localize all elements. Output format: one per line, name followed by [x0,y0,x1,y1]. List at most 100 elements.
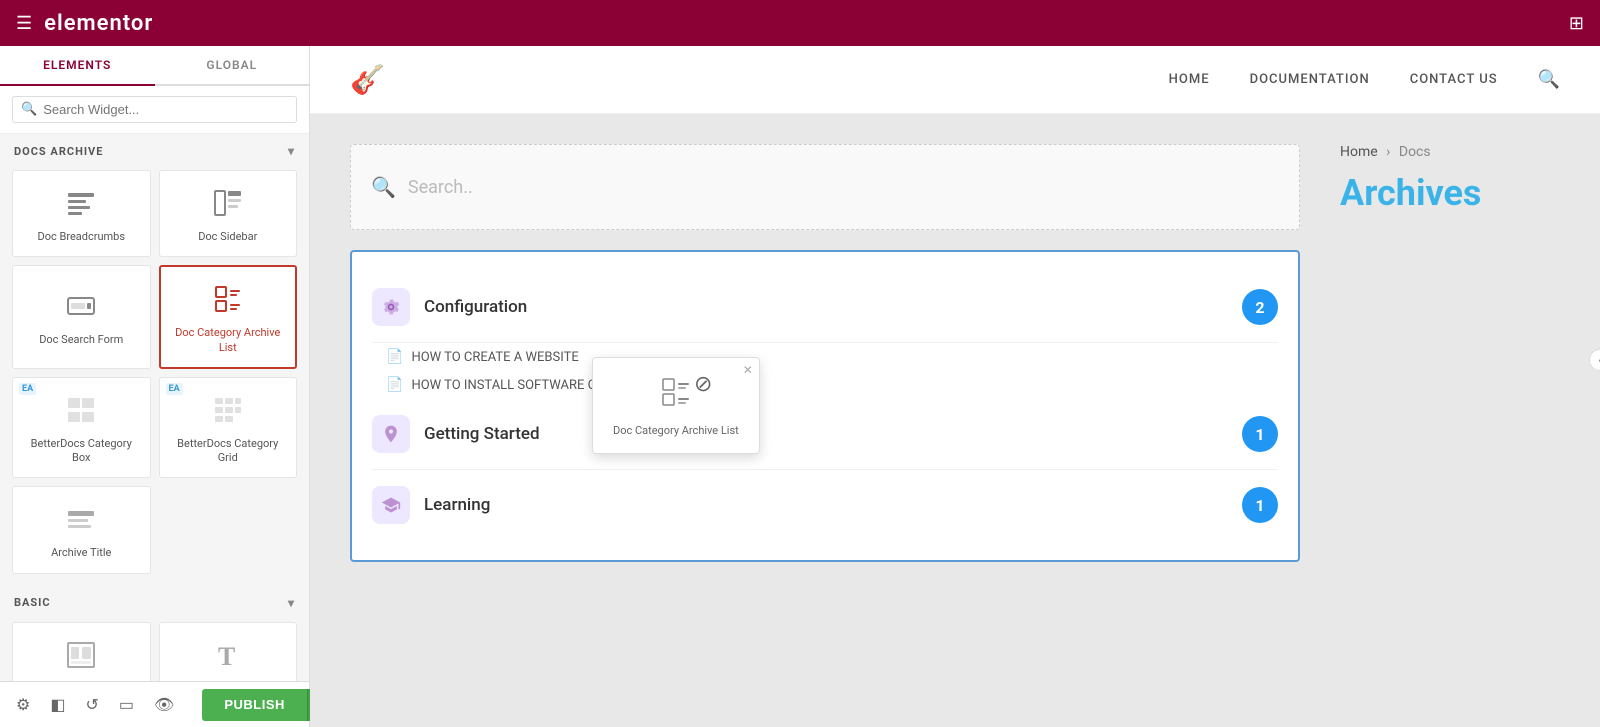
nav-documentation[interactable]: DOCUMENTATION [1250,72,1370,87]
doc-icon: 📄 [386,377,403,393]
widget-doc-search-form[interactable]: ✕ Doc Search Form [12,265,151,369]
svg-text:T: T [218,642,235,671]
archive-list-section: Configuration 2 📄 HOW TO CREATE A WEBSIT… [350,250,1300,562]
content-sidebar: Home › Docs Archives [1340,144,1560,697]
category-configuration[interactable]: Configuration 2 [372,272,1278,343]
history-icon[interactable]: ↺ [81,691,102,718]
breadcrumb-home[interactable]: Home [1340,144,1378,160]
widget-betterdocs-category-box[interactable]: EA BetterDocs Category Box [12,377,151,479]
archive-list-icon [212,283,244,320]
app-logo: elementor [44,11,1569,36]
widget-archive-title-label: Archive Title [51,546,111,560]
sub-item-1[interactable]: 📄 HOW TO INSTALL SOFTWARE ON YOUR PC [372,371,1278,399]
section-docs-archive-label: DOCS ARCHIVE [14,145,103,158]
widget-doc-breadcrumbs[interactable]: ✕ Doc Breadcrumbs [12,170,151,257]
search-box-section: 🔍 Search.. [350,144,1300,230]
category-name-learning: Learning [424,495,1242,515]
category-count-configuration: 2 [1242,289,1278,325]
archives-title: Archives [1340,172,1560,214]
eye-icon[interactable]: 👁 [150,691,178,718]
widget-doc-sidebar[interactable]: ✕ Doc Sidebar [159,170,298,257]
sidebar-tabs: ELEMENTS GLOBAL [0,46,309,86]
widgets-panel: DOCS ARCHIVE ▾ ✕ Doc Breadcrumbs [0,134,309,681]
archive-list-inner: Configuration 2 📄 HOW TO CREATE A WEBSIT… [352,252,1298,560]
search-input[interactable] [43,102,288,117]
category-name-configuration: Configuration [424,297,1242,317]
ea-badge: EA [166,383,183,395]
top-bar: ☰ elementor ⊞ [0,0,1600,46]
search-area-icon: 🔍 [371,175,396,199]
chevron-down-icon: ▾ [288,144,295,158]
settings-icon[interactable]: ⚙ [12,691,34,718]
sidebar: ELEMENTS GLOBAL 🔍 DOCS ARCHIVE ▾ ✕ [0,46,310,727]
widget-betterdocs-category-grid[interactable]: EA BetterDocs Category [159,377,298,479]
site-nav: 🎸 HOME DOCUMENTATION CONTACT US 🔍 [310,46,1600,114]
site-logo: 🎸 [350,63,385,96]
category-name-getting-started: Getting Started [424,424,1242,444]
basic-widgets: Inner Section T Heading [0,618,309,681]
hamburger-icon[interactable]: ☰ [16,13,32,34]
widget-doc-sidebar-label: Doc Sidebar [198,230,257,244]
section-docs-archive[interactable]: DOCS ARCHIVE ▾ [0,134,309,166]
sub-item-0[interactable]: 📄 HOW TO CREATE A WEBSITE [372,343,1278,371]
widget-archive-title[interactable]: Archive Title [12,486,151,573]
widget-doc-search-form-label: Doc Search Form [39,333,123,347]
no-entry-icon: ⊘ [694,372,712,397]
breadcrumbs-icon [65,187,97,224]
responsive-icon[interactable]: ▭ [115,691,138,718]
logo-icon: 🎸 [350,63,385,96]
main-layout: ELEMENTS GLOBAL 🔍 DOCS ARCHIVE ▾ ✕ [0,46,1600,727]
chevron-down-icon: ▾ [288,596,295,610]
search-area-placeholder: Search.. [408,177,473,198]
archive-title-icon [65,503,97,540]
category-icon-configuration [372,288,410,326]
content-scroll: 🔍 Search.. [310,114,1600,727]
widget-doc-category-archive-list[interactable]: ✕ Doc Category Archive List [159,265,298,369]
widget-betterdocs-category-grid-label: BetterDocs Category Grid [168,437,289,466]
docs-archive-widgets: ✕ Doc Breadcrumbs ✕ [0,166,309,586]
inner-section-icon [65,639,97,676]
heading-icon: T [212,639,244,676]
nav-search-icon[interactable]: 🔍 [1538,69,1560,90]
floating-widget-label: Doc Category Archive List [613,424,739,437]
category-learning[interactable]: Learning 1 [372,470,1278,540]
category-icon-learning [372,486,410,524]
category-count-getting-started: 1 [1242,416,1278,452]
section-basic-label: BASIC [14,596,51,609]
floating-widget-tooltip: ✕ Doc Category Archive List [592,357,760,454]
nav-contact-us[interactable]: CONTACT US [1410,72,1498,87]
layers-icon[interactable]: ◧ [46,691,69,718]
search-form-icon [65,290,97,327]
breadcrumb-current: Docs [1399,144,1431,160]
category-icon-getting-started [372,415,410,453]
category-box-icon [65,394,97,431]
breadcrumb-separator: › [1386,144,1390,160]
site-nav-links: HOME DOCUMENTATION CONTACT US 🔍 [1169,69,1560,90]
nav-home[interactable]: HOME [1169,72,1210,87]
widget-betterdocs-category-box-label: BetterDocs Category Box [21,437,142,466]
widget-doc-breadcrumbs-label: Doc Breadcrumbs [37,230,125,244]
breadcrumb: Home › Docs [1340,144,1560,160]
search-icon: 🔍 [21,102,37,117]
grid-icon[interactable]: ⊞ [1569,13,1584,34]
widget-inner-section[interactable]: Inner Section [12,622,151,681]
ea-badge: EA [19,383,36,395]
sidebar-icon [212,187,244,224]
category-getting-started[interactable]: Getting Started 1 [372,399,1278,470]
content-main: 🔍 Search.. [350,144,1300,697]
widget-doc-category-archive-list-label: Doc Category Archive List [169,326,288,355]
floating-widget-icon [658,374,694,418]
tab-global[interactable]: GLOBAL [155,46,310,86]
publish-button[interactable]: PUBLISH [202,689,307,721]
category-grid-icon [212,394,244,431]
category-count-learning: 1 [1242,487,1278,523]
tab-elements[interactable]: ELEMENTS [0,46,155,86]
sub-item-text: HOW TO CREATE A WEBSITE [411,350,578,365]
section-basic[interactable]: BASIC ▾ [0,586,309,618]
content-area: 🎸 HOME DOCUMENTATION CONTACT US 🔍 🔍 Sear… [310,46,1600,727]
floating-delete-icon[interactable]: ✕ [743,363,753,377]
widget-heading[interactable]: T Heading [159,622,298,681]
widget-search-container: 🔍 [0,86,309,134]
doc-icon: 📄 [386,349,403,365]
bottom-toolbar: ⚙ ◧ ↺ ▭ 👁 PUBLISH ▾ [0,681,309,727]
